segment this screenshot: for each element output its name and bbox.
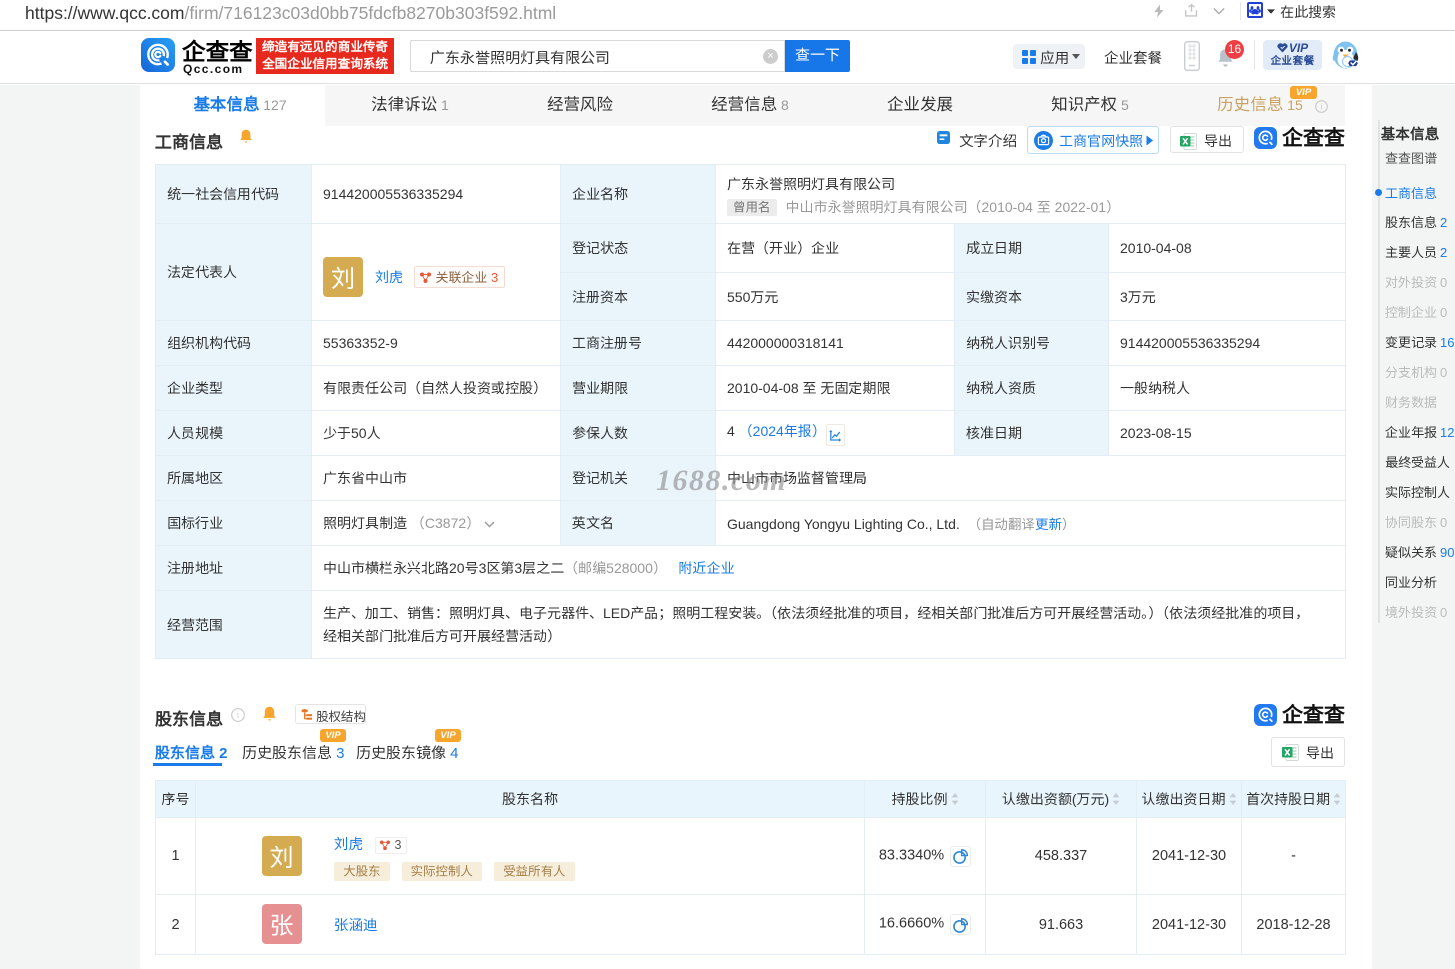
svg-text:i: i [237, 710, 239, 720]
svg-text:i: i [1321, 101, 1323, 111]
